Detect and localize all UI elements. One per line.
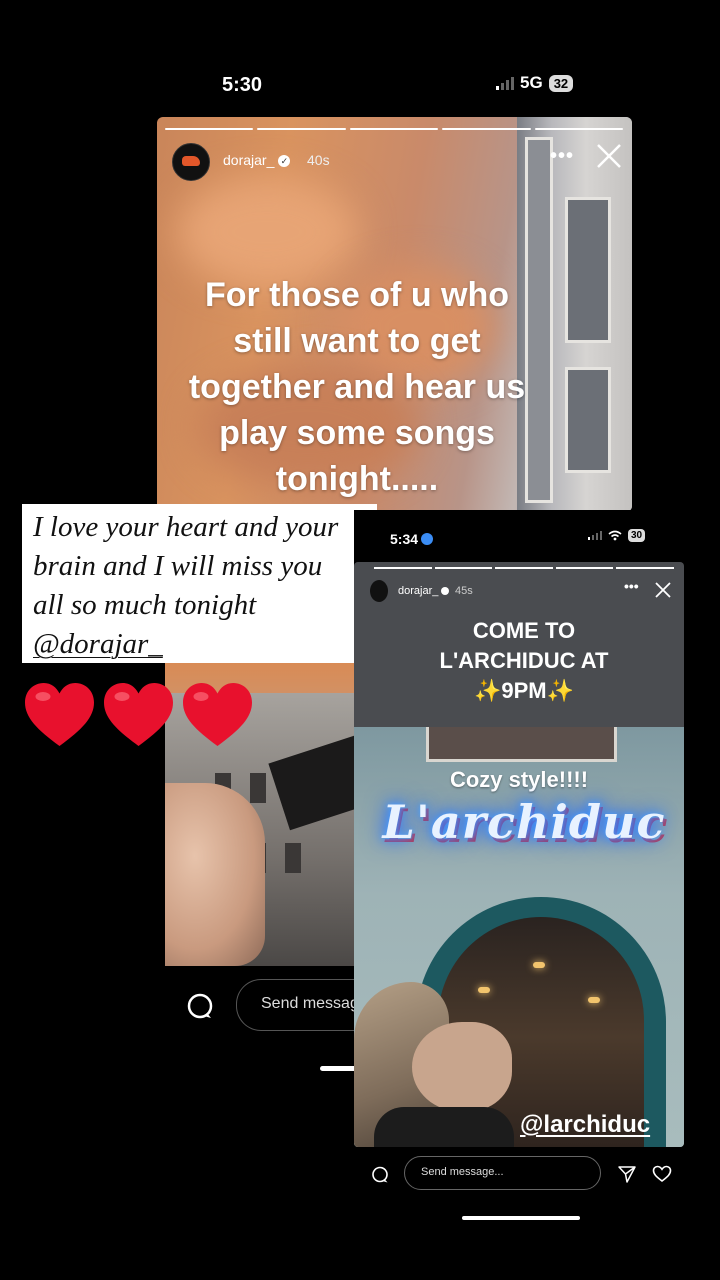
message-input[interactable]: Send message... [404,1156,601,1190]
story-text: For those of u who still want to get tog… [157,272,557,502]
sparkles-icon: ✨ [473,678,502,703]
story-time: 40s [307,152,330,168]
status-time-text: 5:34 [390,531,419,547]
story-card[interactable]: dorajar_ 45s ••• COME TO L'ARCHIDUC AT ✨… [354,562,684,1147]
story-card[interactable]: dorajar_ ✓ 40s ••• For those of u who sti… [157,117,632,512]
home-indicator [462,1216,580,1220]
story-text-line: tonight..... [275,460,439,498]
story-screenshot: 5:34 30 dorajar_ 45s ••• COME TO L'ARCHI… [354,510,684,1230]
person-photo [354,982,514,1147]
headline-time: 9PM [501,678,547,703]
status-indicators: 5G 32 [496,73,574,93]
story-headline: COME TO L'ARCHIDUC AT ✨9PM✨ [354,616,684,706]
avatar[interactable] [172,143,210,181]
status-time: 5:34 [390,531,434,547]
story-text-line: For those of u who [204,276,510,314]
story-username[interactable]: dorajar_ [398,585,450,597]
story-time: 45s [455,585,473,597]
more-options-icon[interactable]: ••• [550,145,574,168]
story-text-line: play some songs [219,414,495,452]
story-progress [165,128,624,130]
neon-sign: L'archiduc [382,795,666,849]
send-icon[interactable] [617,1164,637,1184]
heart-icon[interactable] [652,1164,672,1184]
verified-icon: ✓ [278,155,291,168]
red-heart-icon [183,683,252,746]
username-text: dorajar_ [398,585,439,597]
signal-icon [496,76,514,90]
story-progress [374,567,674,569]
red-heart-icon [104,683,173,746]
hearts-row [22,680,255,755]
chat-icon[interactable] [371,1166,389,1184]
text-note-overlay: I love your heart and your brain and I w… [22,504,377,663]
close-icon[interactable] [594,141,624,171]
message-placeholder: Send messag [261,995,359,1012]
note-line: I love your heart and your [33,511,339,543]
network-label: 5G [520,73,543,92]
verified-icon [441,587,450,596]
note-line: brain and I will miss you [33,550,323,582]
username-text: dorajar_ [223,152,275,168]
headline-time-line: ✨9PM✨ [354,676,684,706]
location-arrow-icon [421,533,434,545]
story-text-line: together and hear us [188,368,526,406]
sticker-text: Cozy style!!!! [449,767,589,792]
battery-icon: 30 [628,529,646,542]
mention-sticker[interactable]: @larchiduc [520,1111,650,1139]
status-indicators: 30 [588,529,646,542]
note-line: all so much tonight [33,589,257,621]
red-heart-icon [25,683,94,746]
headline-line: COME TO [472,618,576,643]
headline-line: L'ARCHIDUC AT [439,648,609,673]
battery-icon: 32 [548,74,574,92]
close-icon[interactable] [654,581,672,599]
note-mention[interactable]: @dorajar_ [33,625,377,664]
wifi-icon [608,530,622,541]
venue-photo: Cozy style!!!! L'archiduc @larchiduc [354,727,684,1147]
status-time: 5:30 [222,74,263,96]
story-text-line: still want to get [233,322,481,360]
message-placeholder: Send message... [421,1166,504,1178]
avatar[interactable] [370,580,388,602]
story-username[interactable]: dorajar_ ✓ [223,152,291,168]
chat-icon[interactable] [186,993,214,1021]
more-options-icon[interactable]: ••• [624,578,639,594]
car-icon [182,156,200,166]
signal-icon [588,531,602,540]
sparkles-icon: ✨ [546,678,575,703]
